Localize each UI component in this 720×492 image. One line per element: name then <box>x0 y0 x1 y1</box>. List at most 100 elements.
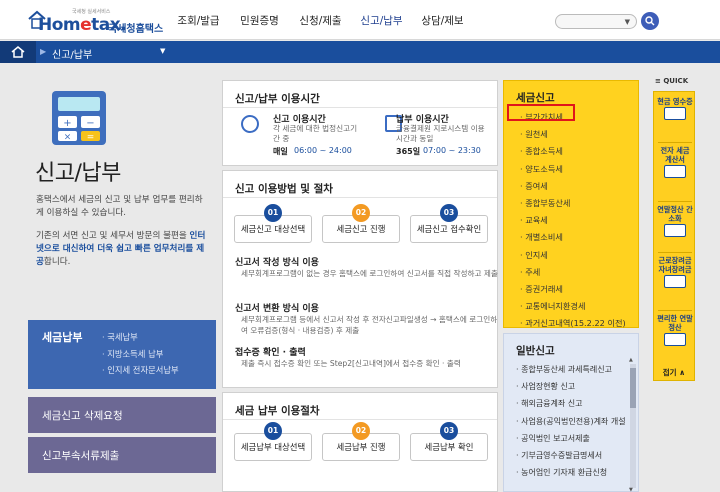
chevron-right-icon: ▶ <box>40 47 47 56</box>
method-3-desc: 제출 즉시 접수증 확인 또는 Step2[신고내역]에서 접수증 확인 · 출… <box>241 359 461 368</box>
payment-time-desc: 금융결제원 지로시스템 이용시간과 동일 <box>396 124 485 143</box>
chevron-up-icon: ∧ <box>679 368 686 377</box>
page-intro: 홈택스에서 세금의 신고 및 납부 업무를 편리하게 이용하실 수 있습니다. … <box>36 194 206 279</box>
tax-item-excise[interactable]: 개별소비세 <box>520 231 634 248</box>
tax-item-property[interactable]: 종합부동산세 <box>520 197 634 214</box>
receipt-icon <box>664 107 686 120</box>
general-list-scrollbar[interactable]: ▲ ▼ <box>629 357 636 492</box>
usage-time-title: 신고/납부 이용시간 <box>235 93 320 105</box>
link-national-tax-payment[interactable]: · 국세납부 <box>102 331 138 343</box>
step-number: 03 <box>440 204 458 222</box>
gnb-inquiry[interactable]: 조회/발급 <box>168 13 229 28</box>
logo-subtitle: 국세청홈택스 <box>108 24 164 35</box>
filing-time-prefix: 매일 <box>273 147 288 156</box>
page-title: 신고/납부 <box>35 161 121 186</box>
document-icon <box>664 224 686 237</box>
general-item[interactable]: 사업용(공익법인전용)계좌 개설 <box>516 416 628 433</box>
current-menu[interactable]: 신고/납부 <box>52 46 92 61</box>
method-3-heading: 접수증 확인 · 출력 <box>235 348 306 358</box>
method-2-desc: 세무회계프로그램 등에서 신고서 작성 후 전자신고파일생성 → 홈택스에 로그… <box>241 315 498 335</box>
gnb-filing-payment[interactable]: 신고/납부 <box>351 13 412 28</box>
delete-request-button[interactable]: 세금신고 삭제요청 <box>28 397 216 433</box>
tax-filing-title: 세금신고 <box>516 92 555 104</box>
scroll-down-icon[interactable]: ▼ <box>629 487 633 492</box>
link-local-income-tax-payment[interactable]: · 지방소득세 납부 <box>102 348 163 360</box>
svg-text:+: + <box>63 118 71 129</box>
filing-method-title: 신고 이용방법 및 절차 <box>235 183 333 195</box>
search-icon <box>645 16 655 26</box>
payment-time-value: 07:00 ~ 23:30 <box>423 146 481 155</box>
method-2-heading: 신고서 변환 방식 이용 <box>235 304 319 314</box>
location-bar: ▶ 신고/납부 ▼ <box>0 41 720 63</box>
step-number: 01 <box>264 422 282 440</box>
heart-hands-icon <box>664 275 686 288</box>
top-header: 국세청 실세서비스 Hometax. 국세청홈택스 조회/발급 민원증명 신청/… <box>0 0 720 40</box>
payment-procedure-title: 세금 납부 이용절차 <box>235 405 320 417</box>
general-filing-list: 종합부동산세 과세특례신고 사업장현황 신고 해외금융계좌 신고 사업용(공익법… <box>516 364 628 492</box>
chevron-down-icon[interactable]: ▼ <box>160 47 165 55</box>
general-item[interactable]: 해외금융계좌 신고 <box>516 398 628 415</box>
intro-paragraph-2: 기존의 서면 신고 및 세무서 방문의 불편을 인터넷으로 대신하여 더욱 쉽고… <box>36 231 206 267</box>
link-stamp-tax-payment[interactable]: · 인지세 전자문서납부 <box>102 364 179 376</box>
step-number: 01 <box>264 204 282 222</box>
tax-item-liquor[interactable]: 주세 <box>520 266 634 283</box>
svg-text:×: × <box>64 133 72 143</box>
general-item[interactable]: 종합부동산세 과세특례신고 <box>516 364 628 381</box>
logo-tagline: 국세청 실세서비스 <box>72 9 111 15</box>
payment-time-prefix: 365일 <box>396 147 421 156</box>
global-nav: 조회/발급 민원증명 신청/제출 신고/납부 상담/제보 <box>168 13 473 28</box>
calculator-icon: + − × = <box>52 91 106 145</box>
calendar-icon <box>664 333 686 346</box>
home-button[interactable] <box>0 41 36 63</box>
home-icon <box>11 46 25 58</box>
tax-item-education[interactable]: 교육세 <box>520 214 634 231</box>
step-number: 03 <box>440 422 458 440</box>
intro-paragraph-1: 홈택스에서 세금의 신고 및 납부 업무를 편리하게 이용하실 수 있습니다. <box>36 195 203 218</box>
tax-item-income[interactable]: 종합소득세 <box>520 145 634 162</box>
usage-time-card: 신고/납부 이용시간 신고 이용시간 각 세금에 대한 법정신고기간 중 매일 … <box>222 80 498 166</box>
tax-item-stamp[interactable]: 인지세 <box>520 249 634 266</box>
hometax-logo[interactable]: 국세청 실세서비스 Hometax. 국세청홈택스 <box>28 8 163 35</box>
search-button[interactable] <box>641 12 659 30</box>
attachment-submit-button[interactable]: 신고부속서류제출 <box>28 437 216 473</box>
general-filing-panel: 일반신고 종합부동산세 과세특례신고 사업장현황 신고 해외금융계좌 신고 사업… <box>503 333 639 492</box>
quick-year-end-simplified[interactable]: 연말정산 간소화 <box>656 205 694 237</box>
tax-item-transport-energy[interactable]: 교통에너지환경세 <box>520 300 634 317</box>
tax-item-capital-gains[interactable]: 양도소득세 <box>520 163 634 180</box>
gnb-certificate[interactable]: 민원증명 <box>229 13 290 28</box>
tax-item-securities[interactable]: 증권거래세 <box>520 283 634 300</box>
quick-convenient-year-end[interactable]: 편리한 연말정산 <box>656 314 694 346</box>
step-number: 02 <box>352 204 370 222</box>
payment-procedure-card: 세금 납부 이용절차 세금납부 대상선택 01 세금납부 진행 02 세금납부 … <box>222 392 498 492</box>
general-filing-title: 일반신고 <box>516 345 555 357</box>
step-number: 02 <box>352 422 370 440</box>
tax-item-withholding[interactable]: 원천세 <box>520 128 634 145</box>
quick-earned-income-incentive[interactable]: 근로장려금 자녀장려금 <box>656 256 694 288</box>
gnb-consult[interactable]: 상담/제보 <box>412 13 473 28</box>
general-item[interactable]: 사업장현황 신고 <box>516 381 628 398</box>
search-input[interactable]: ▼ <box>555 14 637 29</box>
selection-highlight-box <box>507 104 575 121</box>
filing-time-value: 06:00 ~ 24:00 <box>294 146 352 155</box>
tax-item-gift[interactable]: 증여세 <box>520 180 634 197</box>
tax-filing-list: 부가가치세 원천세 종합소득세 양도소득세 증여세 종합부동산세 교육세 개별소… <box>520 111 634 334</box>
quick-menu-label: ≡ QUICK <box>655 77 689 85</box>
quick-cash-receipt[interactable]: 현금 영수증 <box>656 97 694 120</box>
quick-collapse-button[interactable]: 접기 ∧ <box>653 366 695 380</box>
tax-payment-box[interactable]: 세금납부 · 국세납부 · 지방소득세 납부 · 인지세 전자문서납부 <box>28 320 216 389</box>
general-item[interactable]: 기부금영수증발급명세서 <box>516 450 628 467</box>
svg-text:−: − <box>86 118 94 129</box>
method-1-heading: 신고서 작성 방식 이용 <box>235 258 319 268</box>
scrollbar-thumb[interactable] <box>630 368 636 408</box>
invoice-icon <box>664 165 686 178</box>
gnb-application[interactable]: 신청/제출 <box>290 13 351 28</box>
scroll-up-icon[interactable]: ▲ <box>629 357 633 363</box>
tax-payment-heading: 세금납부 <box>42 331 83 344</box>
general-item[interactable]: 농어업인 기자재 환급신청 <box>516 467 628 484</box>
quick-menu: 현금 영수증 전자 세금 계산서 연말정산 간소화 근로장려금 자녀장려금 편리… <box>653 91 695 381</box>
tax-item-past-history[interactable]: 과거신고내역(15.2.22 이전) <box>520 317 634 334</box>
general-item[interactable]: 공익법인 보고서제출 <box>516 433 628 450</box>
svg-text:=: = <box>87 133 95 143</box>
quick-e-invoice[interactable]: 전자 세금 계산서 <box>656 146 694 178</box>
filing-method-card: 신고 이용방법 및 절차 세금신고 대상선택 01 세금신고 진행 02 세금신… <box>222 170 498 388</box>
